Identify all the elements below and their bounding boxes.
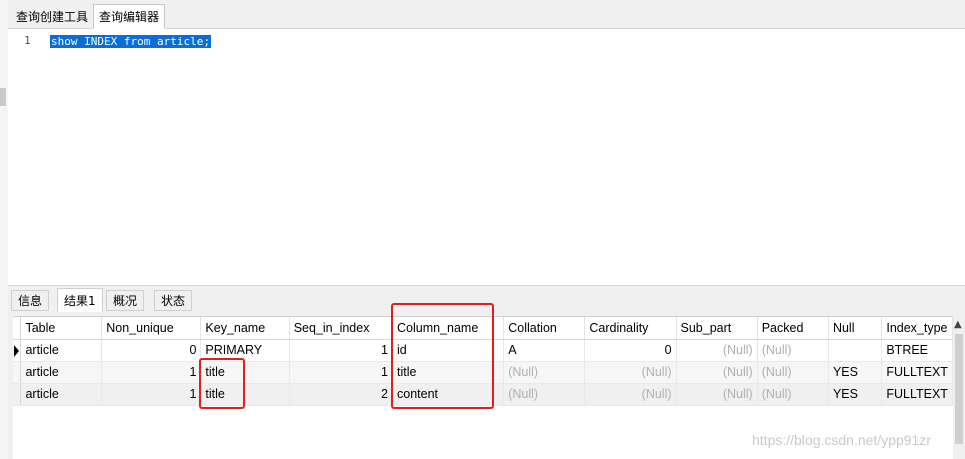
tab-result1[interactable]: 结果1 <box>57 288 103 312</box>
table-cell[interactable]: FULLTEXT <box>881 383 953 406</box>
table-cell[interactable]: (Null) <box>757 361 829 384</box>
column-header[interactable]: Table <box>20 317 103 340</box>
table-cell[interactable]: 1 <box>101 383 202 406</box>
column-header[interactable]: Sub_part <box>676 317 758 340</box>
tab-info[interactable]: 信息 <box>11 290 50 311</box>
editor-tab-bar: 查询创建工具 查询编辑器 <box>8 0 965 29</box>
table-cell[interactable]: article <box>20 339 103 362</box>
table-cell[interactable]: (Null) <box>503 361 586 384</box>
table-cell[interactable]: article <box>20 383 103 406</box>
table-cell[interactable]: (Null) <box>676 339 758 362</box>
table-cell[interactable]: YES <box>828 361 883 384</box>
column-header[interactable]: Key_name <box>200 317 290 340</box>
scrollbar-thumb[interactable] <box>955 334 963 444</box>
table-cell[interactable]: (Null) <box>503 383 586 406</box>
splitter-handle[interactable] <box>0 88 6 106</box>
column-header[interactable]: Null <box>828 317 883 340</box>
table-cell[interactable]: FULLTEXT <box>881 361 953 384</box>
tab-status[interactable]: 状态 <box>154 290 193 311</box>
sql-editor[interactable]: 1 show INDEX from article; <box>8 29 965 285</box>
left-edge <box>0 0 8 459</box>
table-cell[interactable]: (Null) <box>584 383 677 406</box>
table-cell[interactable]: A <box>503 339 586 362</box>
column-header[interactable]: Cardinality <box>584 317 677 340</box>
row-indicator-header <box>13 317 22 340</box>
table-cell[interactable]: 1 <box>101 361 202 384</box>
table-cell[interactable]: BTREE <box>881 339 953 362</box>
row-indicator <box>13 361 22 384</box>
table-cell[interactable] <box>828 339 883 362</box>
table-cell[interactable]: (Null) <box>757 339 829 362</box>
line-gutter: 1 <box>8 29 48 285</box>
current-row-indicator <box>13 339 22 362</box>
table-cell[interactable]: 1 <box>289 339 394 362</box>
scroll-up-icon[interactable]: ▲ <box>954 319 962 330</box>
line-number: 1 <box>24 34 31 47</box>
watermark: https://blog.csdn.net/ypp91zr <box>752 432 931 448</box>
column-header[interactable]: Collation <box>503 317 586 340</box>
table-cell[interactable]: (Null) <box>584 361 677 384</box>
column-header[interactable]: Non_unique <box>101 317 202 340</box>
row-indicator <box>13 383 22 406</box>
table-cell[interactable]: 2 <box>289 383 394 406</box>
vertical-scrollbar[interactable]: ▲ <box>953 316 965 459</box>
code-line[interactable]: show INDEX from article; <box>50 34 211 50</box>
table-cell[interactable]: (Null) <box>676 383 758 406</box>
tab-profile[interactable]: 概况 <box>106 290 145 311</box>
column-header[interactable]: Packed <box>757 317 829 340</box>
key-name-highlight-box <box>199 358 245 409</box>
column-name-highlight-box <box>391 303 494 409</box>
table-cell[interactable]: 1 <box>289 361 394 384</box>
tab-query-editor[interactable]: 查询编辑器 <box>93 4 166 29</box>
current-row-arrow-icon <box>14 344 19 357</box>
table-cell[interactable]: YES <box>828 383 883 406</box>
selected-query-text[interactable]: show INDEX from article; <box>50 35 211 48</box>
table-cell[interactable]: 0 <box>101 339 202 362</box>
column-header[interactable]: Index_type <box>881 317 953 340</box>
table-cell[interactable]: (Null) <box>757 383 829 406</box>
table-cell[interactable]: 0 <box>584 339 677 362</box>
table-cell[interactable]: (Null) <box>676 361 758 384</box>
column-header[interactable]: Seq_in_index <box>289 317 394 340</box>
table-cell[interactable]: article <box>20 361 103 384</box>
tab-query-builder[interactable]: 查询创建工具 <box>10 6 94 28</box>
